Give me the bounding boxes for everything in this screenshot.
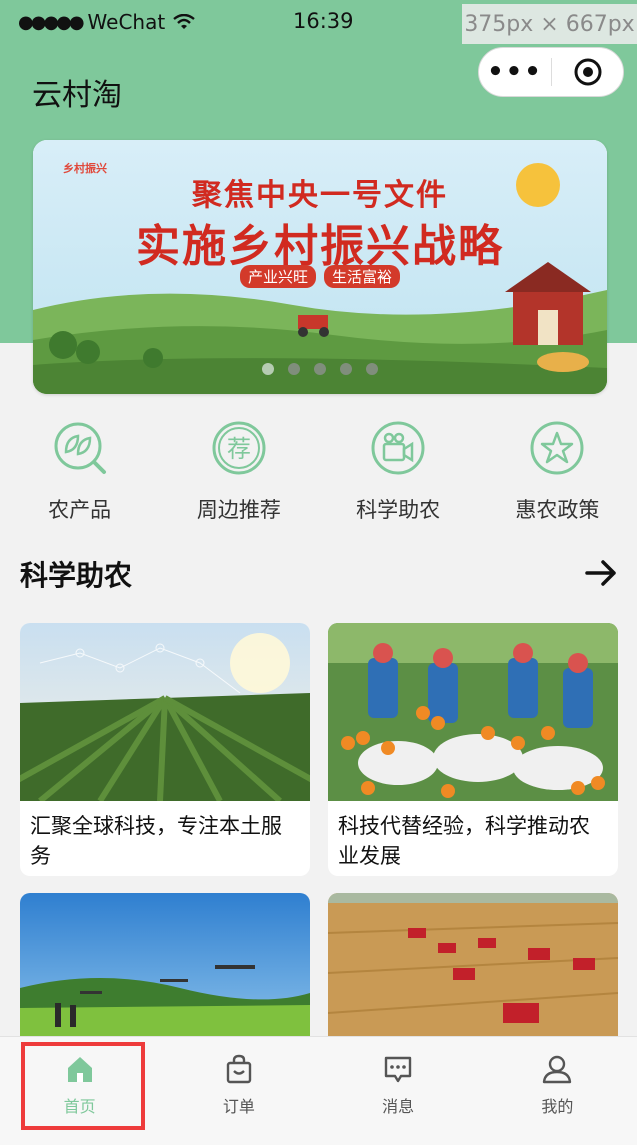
quick-nav-label: 科学助农 bbox=[356, 498, 441, 522]
tab-label: 订单 bbox=[222, 1097, 255, 1116]
article-card[interactable]: 科技代替经验，科学推动农业发展 bbox=[328, 623, 618, 876]
carousel-dot[interactable] bbox=[262, 363, 274, 375]
article-image-smart-farm bbox=[20, 623, 310, 801]
article-image-drones bbox=[20, 893, 310, 1053]
quick-nav-science[interactable]: 科学助农 bbox=[319, 408, 478, 526]
leaf-search-icon bbox=[54, 422, 106, 474]
carousel-dot[interactable] bbox=[366, 363, 378, 375]
article-image-harvest bbox=[328, 623, 618, 801]
arrow-right-icon[interactable] bbox=[584, 556, 618, 590]
quick-nav-policy[interactable]: 惠农政策 bbox=[478, 408, 637, 526]
carousel-dot[interactable] bbox=[340, 363, 352, 375]
quick-nav: 农产品 荐 周边推荐 科学助农 惠农政策 bbox=[0, 408, 637, 526]
quick-nav-label: 周边推荐 bbox=[196, 498, 281, 522]
dimension-overlay: 375px × 667px bbox=[462, 4, 637, 44]
banner-carousel[interactable]: 乡村振兴 聚焦中央一号文件 实施乡村振兴战略 产业兴旺 生活富裕 bbox=[33, 140, 607, 394]
section-title: 科学助农 bbox=[20, 559, 133, 592]
article-card[interactable]: 汇聚全球科技，专注本土服务 bbox=[20, 623, 310, 876]
signal-icon: ●●●●● bbox=[18, 11, 85, 33]
target-icon bbox=[574, 58, 601, 86]
article-caption: 汇聚全球科技，专注本土服务 bbox=[30, 814, 282, 868]
quick-nav-nearby[interactable]: 荐 周边推荐 bbox=[159, 408, 318, 526]
article-card[interactable] bbox=[328, 893, 618, 1053]
carrier-info: ●●●●● WeChat bbox=[18, 10, 195, 34]
carousel-dot[interactable] bbox=[314, 363, 326, 375]
banner-headline-1: 聚焦中央一号文件 bbox=[192, 178, 448, 213]
svg-text:荐: 荐 bbox=[227, 435, 251, 463]
section-header: 科学助农 bbox=[20, 552, 618, 596]
clock: 16:39 bbox=[293, 9, 354, 33]
page-title: 云村淘 bbox=[32, 78, 122, 113]
tab-label: 消息 bbox=[382, 1097, 415, 1116]
message-icon bbox=[384, 1056, 412, 1083]
more-menu-icon[interactable]: ••• bbox=[479, 57, 551, 87]
close-miniprogram-button[interactable] bbox=[552, 57, 623, 87]
banner-tags: 产业兴旺 生活富裕 bbox=[33, 265, 607, 288]
tab-messages[interactable]: 消息 bbox=[319, 1037, 478, 1145]
quick-nav-label: 惠农政策 bbox=[515, 498, 600, 522]
banner-tag: 产业兴旺 bbox=[239, 265, 316, 288]
star-icon bbox=[530, 421, 584, 475]
tab-label: 我的 bbox=[541, 1097, 574, 1116]
article-caption: 科技代替经验，科学推动农业发展 bbox=[338, 814, 590, 868]
user-icon bbox=[543, 1055, 572, 1084]
selection-highlight-box bbox=[21, 1042, 145, 1130]
quick-nav-label: 农产品 bbox=[48, 498, 112, 522]
video-camera-icon bbox=[371, 421, 425, 475]
quick-nav-agri-products[interactable]: 农产品 bbox=[0, 408, 159, 526]
miniprogram-capsule: ••• bbox=[478, 47, 624, 97]
tab-orders[interactable]: 订单 bbox=[159, 1037, 318, 1145]
carrier-name: WeChat bbox=[87, 10, 166, 34]
recommend-icon: 荐 bbox=[212, 421, 266, 475]
shopping-bag-icon bbox=[226, 1054, 252, 1084]
carousel-indicators bbox=[33, 363, 607, 375]
wifi-icon bbox=[173, 14, 195, 29]
carousel-dot[interactable] bbox=[288, 363, 300, 375]
banner-tag: 生活富裕 bbox=[324, 265, 401, 288]
article-image-combines bbox=[328, 893, 618, 1053]
article-card[interactable] bbox=[20, 893, 310, 1053]
tab-profile[interactable]: 我的 bbox=[478, 1037, 637, 1145]
